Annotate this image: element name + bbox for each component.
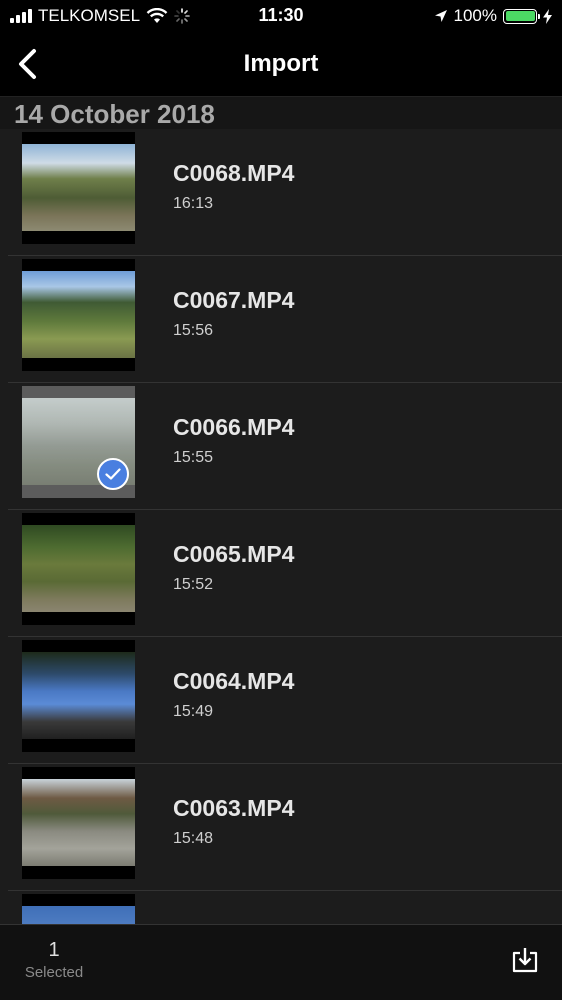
clip-name: C0068.MP4 [173,160,295,186]
clip-name: C0063.MP4 [173,795,295,821]
clip-row[interactable]: C0068.MP4 16:13 [8,129,562,256]
clip-time: 15:55 [173,449,214,466]
clip-time: 15:52 [173,576,214,593]
page-title: Import [243,50,319,77]
clip-row[interactable]: C0063.MP4 15:48 [8,764,562,891]
clip-time: 15:56 [173,322,214,339]
status-bar: TELKOMSEL 11:30 100% [0,0,562,32]
clip-row[interactable]: C0066.MP4 15:55 [8,383,562,510]
battery-icon [503,8,540,24]
clip-thumbnail[interactable] [22,513,135,625]
clip-row-partial[interactable] [8,891,562,924]
clip-thumbnail[interactable] [22,132,135,244]
section-date: 14 October 2018 [14,99,215,129]
clip-name: C0064.MP4 [173,668,295,694]
status-right: 100% [434,5,552,27]
clip-time: 15:49 [173,703,214,720]
clip-thumbnail[interactable] [22,640,135,752]
clip-row[interactable]: C0065.MP4 15:52 [8,510,562,637]
selected-checkmark-icon [97,458,129,490]
clip-thumbnail[interactable] [22,259,135,371]
import-button[interactable] [510,945,540,975]
battery-percent: 100% [453,6,497,25]
clip-thumbnail[interactable] [22,894,135,924]
clip-name: C0065.MP4 [173,541,295,567]
selected-count: 1 [48,939,60,961]
clip-name: C0067.MP4 [173,287,295,313]
clip-time: 15:48 [173,830,214,847]
charging-bolt-icon [543,8,552,24]
bottom-toolbar: 1 Selected [0,924,562,1000]
clip-time: 16:13 [173,195,214,212]
download-tray-icon [512,948,538,973]
clip-row[interactable]: C0064.MP4 15:49 [8,637,562,764]
clip-row[interactable]: C0067.MP4 15:56 [8,256,562,383]
date-section-header: 14 October 2018 [0,97,562,129]
clip-thumbnail[interactable] [22,386,135,498]
navigation-bar: Import [0,32,562,97]
clip-name: C0066.MP4 [173,414,295,440]
clip-list[interactable]: C0068.MP4 16:13 C0067.MP4 15:56 C0066.MP… [0,129,562,924]
clip-thumbnail[interactable] [22,767,135,879]
selected-label: Selected [24,964,84,981]
location-arrow-icon [434,10,447,22]
